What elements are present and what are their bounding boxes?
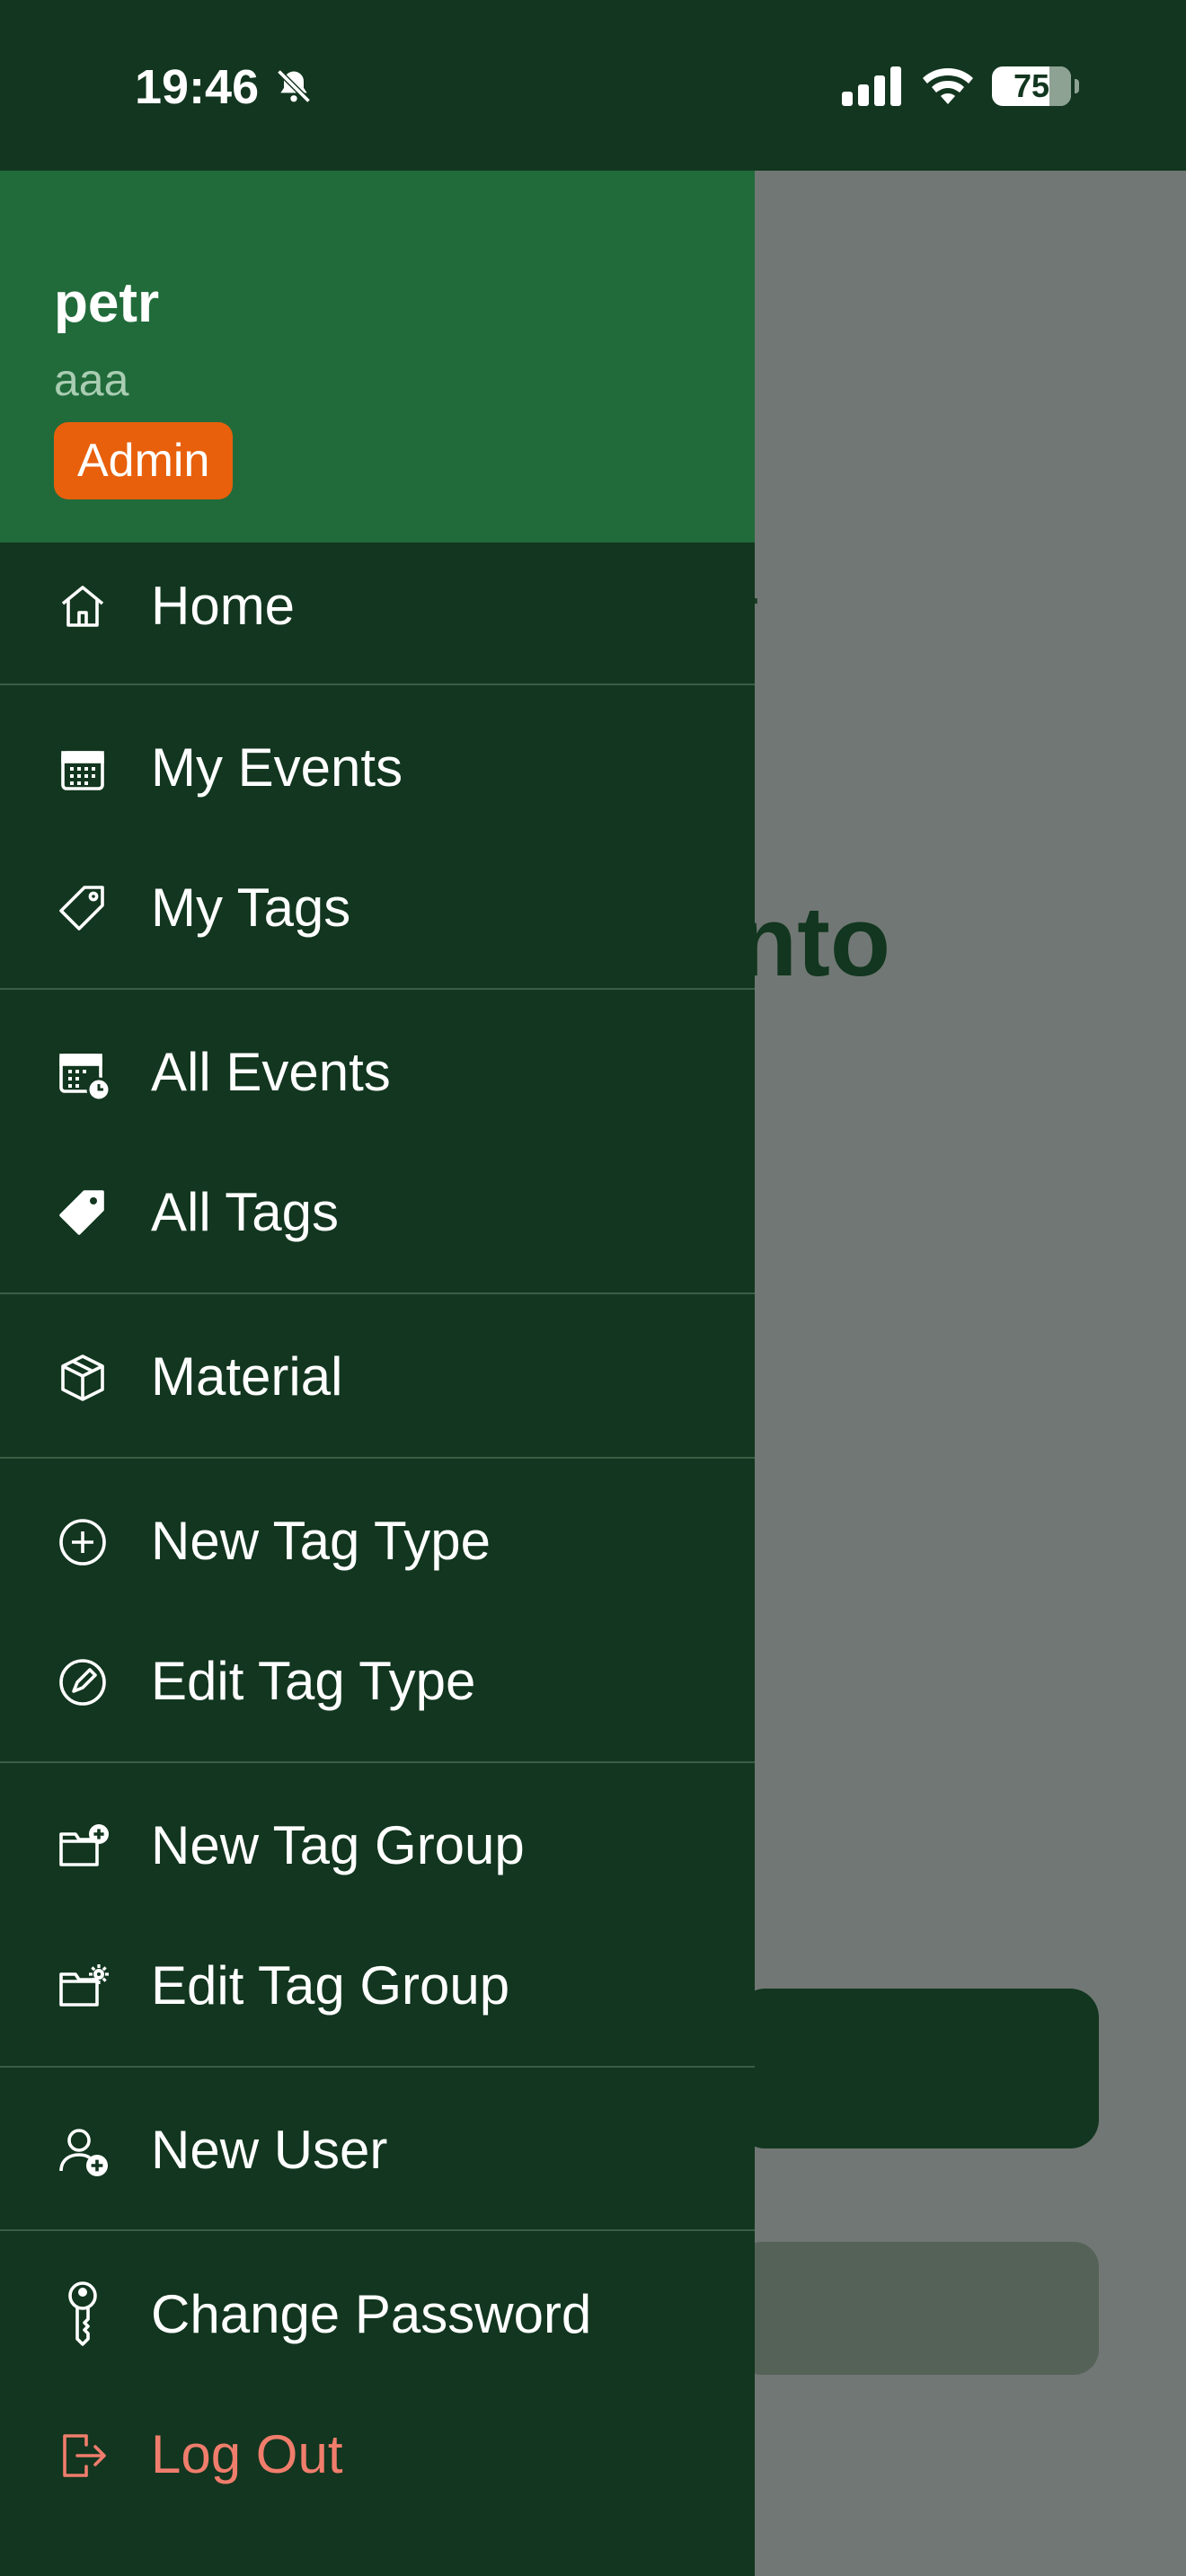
- user-subtitle: aaa: [54, 355, 129, 405]
- wifi-icon: [921, 65, 975, 106]
- bell-slash-icon: [274, 66, 314, 106]
- menu-item-label: New User: [151, 2120, 388, 2180]
- drawer-header: petr aaa Admin: [0, 167, 755, 543]
- background-title: nto: [737, 887, 891, 997]
- user-name: petr: [54, 272, 160, 334]
- menu-item-log-out[interactable]: Log Out: [0, 2391, 755, 2517]
- logout-icon: [54, 2427, 111, 2484]
- menu-item-my-tags[interactable]: My Tags: [0, 844, 755, 970]
- menu-item-label: My Tags: [151, 878, 351, 938]
- tag-filled-icon: [54, 1185, 111, 1242]
- calendar-icon: [54, 740, 111, 798]
- folder-plus-icon: [54, 1818, 111, 1875]
- box-icon: [54, 1349, 111, 1407]
- battery-level: 75: [1013, 67, 1050, 104]
- menu-item-my-events[interactable]: My Events: [0, 704, 755, 830]
- menu-item-label: Home: [151, 576, 296, 636]
- menu-item-label: My Events: [151, 737, 403, 798]
- battery-icon: 75: [992, 66, 1079, 106]
- edit-circle-icon: [54, 1654, 111, 1711]
- divider: [0, 2229, 755, 2231]
- menu-item-label: Material: [151, 1346, 343, 1407]
- divider: [0, 1761, 755, 1763]
- menu-item-label: Log Out: [151, 2424, 343, 2484]
- menu-item-label: All Events: [151, 1042, 391, 1102]
- home-icon: [54, 578, 111, 636]
- calendar-clock-icon: [54, 1045, 111, 1102]
- menu-item-label: Change Password: [151, 2284, 592, 2344]
- plus-circle-icon: [54, 1513, 111, 1571]
- role-badge: Admin: [54, 422, 234, 499]
- menu-item-label: Edit Tag Group: [151, 1955, 510, 2016]
- tag-outline-icon: [54, 880, 111, 938]
- menu-item-label: Edit Tag Type: [151, 1651, 476, 1711]
- background-primary-button: [737, 1989, 1099, 2148]
- menu-item-all-tags[interactable]: All Tags: [0, 1149, 755, 1275]
- menu-item-new-tag-group[interactable]: New Tag Group: [0, 1782, 755, 1908]
- menu-item-label: All Tags: [151, 1182, 340, 1242]
- divider: [0, 1457, 755, 1459]
- menu-item-edit-tag-type[interactable]: Edit Tag Type: [0, 1618, 755, 1743]
- cellular-signal-icon: [840, 65, 903, 106]
- divider: [0, 1292, 755, 1294]
- status-time: 19:46: [135, 60, 260, 114]
- folder-gear-icon: [54, 1958, 111, 2016]
- navigation-drawer: petr aaa Admin Home My Events My Tags Al…: [0, 167, 755, 2576]
- key-icon: [54, 2278, 111, 2350]
- menu-item-label: New Tag Group: [151, 1815, 525, 1875]
- divider: [0, 988, 755, 990]
- menu-item-change-password[interactable]: Change Password: [0, 2251, 755, 2377]
- menu-item-label: New Tag Type: [151, 1511, 491, 1571]
- menu-item-all-events[interactable]: All Events: [0, 1009, 755, 1134]
- status-bar: 19:46 75: [0, 0, 1186, 171]
- user-plus-icon: [54, 2122, 111, 2180]
- background-secondary-button: [737, 2242, 1099, 2375]
- menu-item-home[interactable]: Home: [0, 543, 755, 668]
- menu-item-new-user[interactable]: New User: [0, 2086, 755, 2212]
- menu-item-material[interactable]: Material: [0, 1313, 755, 1439]
- menu-item-edit-tag-group[interactable]: Edit Tag Group: [0, 1922, 755, 2048]
- menu-item-new-tag-type[interactable]: New Tag Type: [0, 1478, 755, 1603]
- divider: [0, 684, 755, 685]
- divider: [0, 2066, 755, 2068]
